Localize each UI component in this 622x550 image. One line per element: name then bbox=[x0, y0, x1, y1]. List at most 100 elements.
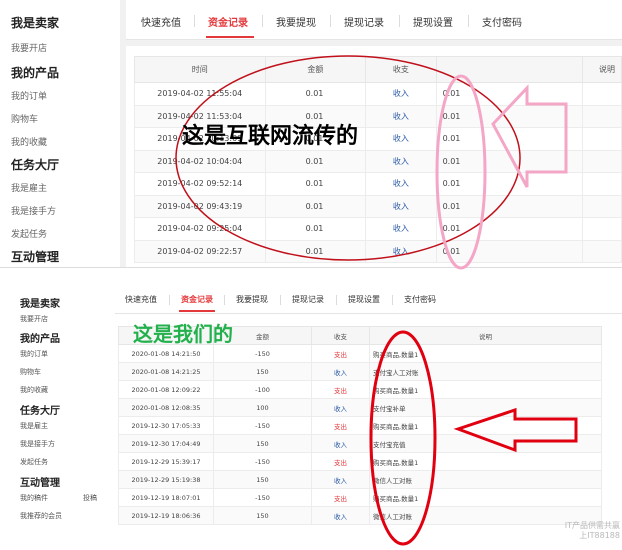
sidebar-item-post-task[interactable]: 发起任务 bbox=[11, 227, 47, 240]
cell-time: 2019-04-02 09:52:14 bbox=[134, 172, 266, 196]
sidebar-item-cart[interactable]: 购物车 bbox=[20, 367, 41, 377]
table-row: 2019-12-29 15:19:38 150 收入 微信人工对账 bbox=[118, 470, 602, 489]
cell-time: 2019-12-29 15:39:17 bbox=[118, 452, 214, 471]
sidebar-item-favorites[interactable]: 我的收藏 bbox=[20, 385, 48, 395]
cell-desc: 支付宝补单 bbox=[369, 398, 602, 417]
cell-time: 2019-12-29 15:19:38 bbox=[118, 470, 214, 489]
cell-desc: 0.01 bbox=[435, 104, 583, 128]
col-in-out: 收支 bbox=[365, 56, 437, 83]
sidebar-item-open-shop[interactable]: 我要开店 bbox=[11, 41, 47, 54]
cell-time: 2019-04-02 09:25:04 bbox=[134, 217, 266, 241]
sidebar-item-open-shop[interactable]: 我要开店 bbox=[20, 314, 48, 324]
cell-in-out: 收入 bbox=[365, 104, 437, 128]
table-row: 2019-12-19 18:07:01 -150 支出 购买商品,数量1 bbox=[118, 488, 602, 507]
active-tab-underline bbox=[179, 310, 215, 312]
tab-separator bbox=[399, 15, 400, 27]
table-row: 2020-01-08 14:21:50 -150 支出 购买商品,数量1 bbox=[118, 344, 602, 363]
cell-in-out: 收入 bbox=[365, 149, 437, 173]
tab-quick-recharge[interactable]: 快速充值 bbox=[125, 294, 157, 305]
tab-fund-records[interactable]: 资金记录 bbox=[208, 14, 248, 29]
tab-withdraw[interactable]: 我要提现 bbox=[236, 294, 268, 305]
cell-amount: -150 bbox=[213, 452, 312, 471]
table-row: 2019-04-02 09:22:57 0.01 收入 0.01 bbox=[134, 239, 622, 263]
bottom-table-body: 2020-01-08 14:21:50 -150 支出 购买商品,数量1 202… bbox=[118, 344, 602, 525]
table-row: 2019-04-02 10:04:04 0.01 收入 0.01 bbox=[134, 149, 622, 173]
tab-fund-records[interactable]: 资金记录 bbox=[181, 294, 213, 305]
sidebar-item-submit[interactable]: 投稿 bbox=[83, 493, 97, 503]
sidebar-item-manuscripts[interactable]: 我的稿件 bbox=[20, 493, 48, 503]
cell-time: 2020-01-08 12:08:35 bbox=[118, 398, 214, 417]
sidebar-item-taker[interactable]: 我是接手方 bbox=[20, 439, 55, 449]
sidebar-group-interaction: 互动管理 bbox=[20, 478, 60, 489]
cell-amount: -150 bbox=[213, 416, 312, 435]
tab-separator bbox=[262, 15, 263, 27]
bottom-screenshot: 我是卖家 我要开店 我的产品 我的订单 购物车 我的收藏 任务大厅 我是雇主 我… bbox=[0, 268, 622, 550]
sidebar-item-orders[interactable]: 我的订单 bbox=[11, 89, 47, 102]
table-row: 2020-01-08 12:09:22 -100 支出 购买商品,数量1 bbox=[118, 380, 602, 399]
table-header-row: 时间 金额 收支 说明 bbox=[134, 56, 622, 83]
sidebar-item-referred-members[interactable]: 我推荐的会员 bbox=[20, 511, 62, 521]
sidebar-group-tasks: 任务大厅 bbox=[11, 158, 60, 172]
col-amount: 金额 bbox=[264, 56, 367, 83]
sidebar-item-employer[interactable]: 我是雇主 bbox=[20, 421, 48, 431]
tab-withdraw-settings[interactable]: 提现设置 bbox=[348, 294, 380, 305]
tab-separator bbox=[468, 15, 469, 27]
cell-extra bbox=[581, 172, 622, 196]
tab-withdraw-records[interactable]: 提现记录 bbox=[292, 294, 324, 305]
table-row: 2019-12-29 15:39:17 -150 支出 购买商品,数量1 bbox=[118, 452, 602, 471]
cell-amount: -150 bbox=[213, 344, 312, 363]
tab-separator bbox=[224, 295, 225, 305]
cell-amount: 150 bbox=[213, 470, 312, 489]
table-row: 2019-12-19 18:06:36 150 收入 微信人工对账 bbox=[118, 506, 602, 525]
cell-desc: 购买商品,数量1 bbox=[369, 344, 602, 363]
cell-desc: 0.01 bbox=[435, 239, 583, 263]
table-row: 2019-12-30 17:04:49 150 收入 支付宝充值 bbox=[118, 434, 602, 453]
cell-in-out: 支出 bbox=[311, 452, 370, 471]
tab-withdraw[interactable]: 我要提现 bbox=[276, 14, 316, 29]
tab-payment-password[interactable]: 支付密码 bbox=[404, 294, 436, 305]
top-content: 时间 金额 收支 说明 2019-04-02 11:55:04 0.01 收入 … bbox=[126, 46, 622, 268]
tab-withdraw-records[interactable]: 提现记录 bbox=[344, 14, 384, 29]
sidebar-item-post-task[interactable]: 发起任务 bbox=[20, 457, 48, 467]
tab-payment-password[interactable]: 支付密码 bbox=[482, 14, 522, 29]
cell-time: 2020-01-08 14:21:25 bbox=[118, 362, 214, 381]
cell-amount: 0.01 bbox=[264, 149, 367, 173]
cell-amount: 0.01 bbox=[264, 82, 367, 106]
tab-separator bbox=[336, 295, 337, 305]
table-row: 2019-04-02 09:25:04 0.01 收入 0.01 bbox=[134, 217, 622, 241]
cell-in-out: 收入 bbox=[365, 172, 437, 196]
cell-time: 2020-01-08 12:09:22 bbox=[118, 380, 214, 399]
col-time: 时间 bbox=[134, 56, 266, 83]
table-row: 2019-04-02 09:43:19 0.01 收入 0.01 bbox=[134, 194, 622, 218]
cell-amount: 150 bbox=[213, 434, 312, 453]
tab-separator bbox=[194, 15, 195, 27]
sidebar-item-taker[interactable]: 我是接手方 bbox=[11, 204, 56, 217]
cell-amount: 150 bbox=[213, 362, 312, 381]
bottom-tab-bar: 快速充值 资金记录 我要提现 提现记录 提现设置 支付密码 bbox=[115, 286, 622, 314]
cell-amount: 150 bbox=[213, 506, 312, 525]
cell-time: 2019-12-19 18:07:01 bbox=[118, 488, 214, 507]
cell-extra bbox=[581, 217, 622, 241]
sidebar-group-seller: 我是卖家 bbox=[11, 16, 60, 30]
sidebar-item-favorites[interactable]: 我的收藏 bbox=[11, 135, 47, 148]
cell-in-out: 收入 bbox=[311, 506, 370, 525]
bottom-sidebar: 我是卖家 我要开店 我的产品 我的订单 购物车 我的收藏 任务大厅 我是雇主 我… bbox=[0, 268, 115, 550]
cell-in-out: 支出 bbox=[311, 344, 370, 363]
col-in-out: 收支 bbox=[311, 326, 370, 345]
cell-desc: 0.01 bbox=[435, 149, 583, 173]
col-desc: 说明 bbox=[581, 56, 622, 83]
cell-extra bbox=[581, 149, 622, 173]
tab-separator bbox=[330, 15, 331, 27]
cell-in-out: 收入 bbox=[365, 239, 437, 263]
sidebar-item-cart[interactable]: 购物车 bbox=[11, 112, 38, 125]
tab-quick-recharge[interactable]: 快速充值 bbox=[141, 14, 181, 29]
bottom-caption: 这是我们的 bbox=[133, 322, 233, 346]
cell-in-out: 收入 bbox=[311, 398, 370, 417]
cell-desc: 支付宝充值 bbox=[369, 434, 602, 453]
sidebar-item-orders[interactable]: 我的订单 bbox=[20, 349, 48, 359]
sidebar-item-employer[interactable]: 我是雇主 bbox=[11, 181, 47, 194]
top-sidebar: 我是卖家 我要开店 我的产品 我的订单 购物车 我的收藏 任务大厅 我是雇主 我… bbox=[0, 0, 120, 268]
tab-withdraw-settings[interactable]: 提现设置 bbox=[413, 14, 453, 29]
cell-in-out: 支出 bbox=[311, 488, 370, 507]
sidebar-group-tasks: 任务大厅 bbox=[20, 406, 60, 417]
